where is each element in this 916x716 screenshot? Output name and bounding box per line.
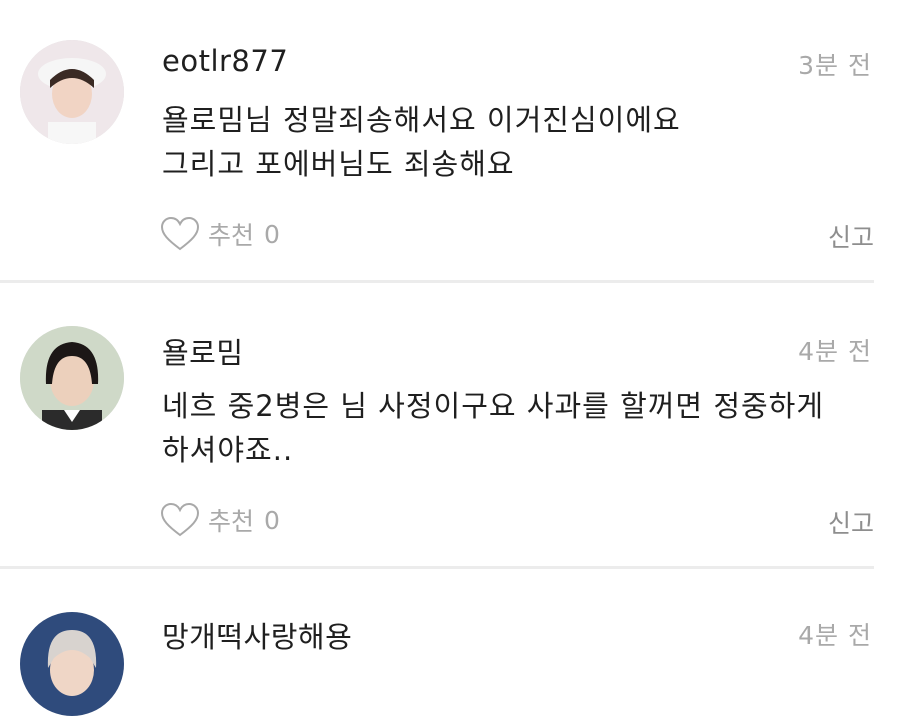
divider — [0, 566, 874, 569]
comment-actions: 추천 0 신고 — [160, 216, 874, 256]
divider — [0, 280, 874, 283]
like-count: 0 — [264, 505, 280, 535]
comment-username[interactable]: 욜로밈 — [162, 330, 244, 372]
report-button[interactable]: 신고 — [828, 218, 874, 254]
user-avatar-1-icon — [20, 40, 124, 144]
report-button[interactable]: 신고 — [828, 504, 874, 540]
like-button[interactable]: 추천 0 — [160, 216, 280, 252]
heart-icon — [160, 216, 200, 251]
comment-username[interactable]: eotlr877 — [162, 44, 288, 78]
like-button[interactable]: 추천 0 — [160, 502, 280, 538]
comment-username[interactable]: 망개떡사랑해용 — [162, 614, 352, 656]
user-avatar[interactable] — [20, 326, 124, 430]
comment-timestamp: 3분 전 — [798, 51, 872, 80]
comment-item: eotlr877 3분 전 욜로밈님 정말죄송해서요 이거진심이에요 그리고 포… — [0, 0, 874, 280]
user-avatar-2-icon — [20, 326, 124, 430]
comment-item: 망개떡사랑해용 4분 전 — [0, 570, 874, 716]
like-count: 0 — [264, 219, 280, 249]
user-avatar-3-icon — [20, 612, 124, 716]
user-avatar[interactable] — [20, 612, 124, 716]
comment-body: 욜로밈님 정말죄송해서요 이거진심이에요 그리고 포에버님도 죄송해요 — [162, 103, 681, 181]
heart-icon — [160, 502, 200, 537]
comment-item: 욜로밈 4분 전 네흐 중2병은 님 사정이구요 사과를 할꺼면 정중하게 하셔… — [0, 284, 874, 566]
like-label: 추천 — [208, 221, 255, 250]
comment-actions: 추천 0 신고 — [160, 502, 874, 542]
comment-timestamp: 4분 전 — [798, 621, 872, 650]
user-avatar[interactable] — [20, 40, 124, 144]
like-label: 추천 — [208, 507, 255, 536]
comment-body: 네흐 중2병은 님 사정이구요 사과를 할꺼면 정중하게 하셔야죠.. — [162, 389, 825, 467]
comment-timestamp: 4분 전 — [798, 337, 872, 366]
